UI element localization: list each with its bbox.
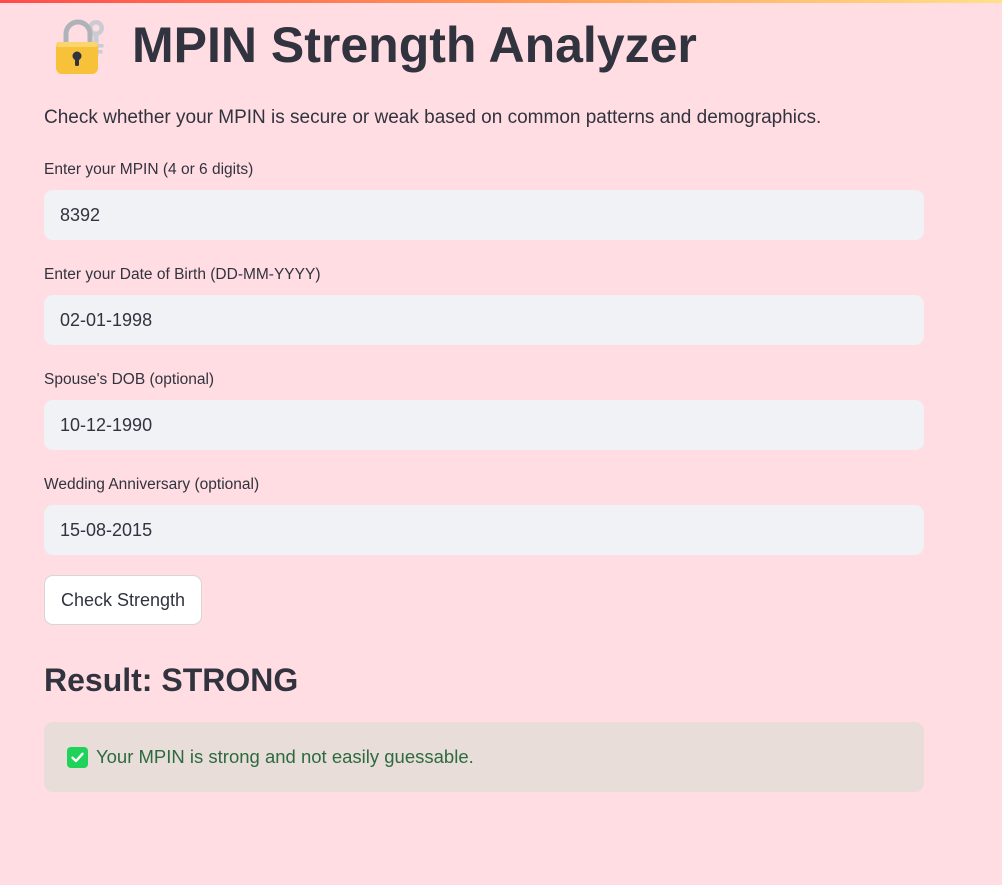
dob-label: Enter your Date of Birth (DD-MM-YYYY) (44, 266, 321, 283)
spouse-dob-field-group: Spouse's DOB (optional) (44, 370, 924, 450)
anniversary-input[interactable] (44, 505, 924, 555)
mpin-field-group: Enter your MPIN (4 or 6 digits) (44, 160, 924, 240)
title-row: MPIN Strength Analyzer (52, 14, 697, 76)
mpin-input[interactable] (44, 190, 924, 240)
result-message: Your MPIN is strong and not easily guess… (96, 746, 474, 767)
top-decoration-bar (0, 0, 1002, 3)
page-subtitle: Check whether your MPIN is secure or wea… (44, 107, 822, 128)
page-title: MPIN Strength Analyzer (132, 17, 697, 73)
result-heading: Result: STRONG (44, 662, 299, 698)
check-strength-button[interactable]: Check Strength (44, 575, 203, 625)
dob-field-group: Enter your Date of Birth (DD-MM-YYYY) (44, 265, 924, 345)
spouse-dob-label: Spouse's DOB (optional) (44, 371, 215, 388)
anniversary-field-group: Wedding Anniversary (optional) (44, 475, 924, 555)
success-alert: Your MPIN is strong and not easily guess… (44, 722, 924, 792)
anniversary-label: Wedding Anniversary (optional) (44, 476, 260, 493)
check-mark-icon (67, 746, 88, 768)
spouse-dob-input[interactable] (44, 400, 924, 450)
mpin-label: Enter your MPIN (4 or 6 digits) (44, 161, 254, 178)
lock-with-key-icon (52, 14, 114, 76)
dob-input[interactable] (44, 295, 924, 345)
